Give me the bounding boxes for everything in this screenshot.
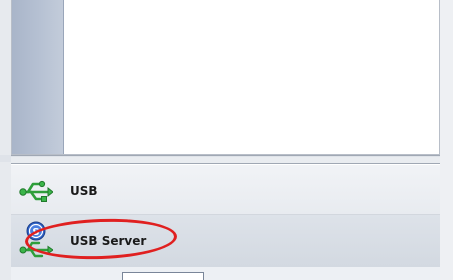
window-right-border-lower <box>440 162 453 280</box>
app-window: USB S USB Server <box>0 0 453 280</box>
list-icon-column <box>12 0 64 154</box>
svg-text:S: S <box>32 227 39 238</box>
nav-item-usb[interactable]: USB <box>11 165 440 215</box>
partial-field-label <box>32 273 62 280</box>
nav-item-usb-server-label: USB Server <box>70 234 147 248</box>
window-left-border-lower <box>0 162 11 280</box>
nav-item-usb-server[interactable]: S USB Server <box>11 215 440 267</box>
window-right-border <box>440 0 453 162</box>
usb-icon <box>19 180 53 202</box>
panel-divider-top <box>11 155 440 156</box>
panel-divider-bottom <box>11 163 440 164</box>
nav-item-usb-label: USB <box>70 184 98 198</box>
navigation-pane: USB S USB Server <box>11 165 440 280</box>
partial-input-field[interactable] <box>122 272 204 280</box>
usb-server-icon: S <box>19 221 53 258</box>
device-list-panel[interactable] <box>11 0 440 155</box>
